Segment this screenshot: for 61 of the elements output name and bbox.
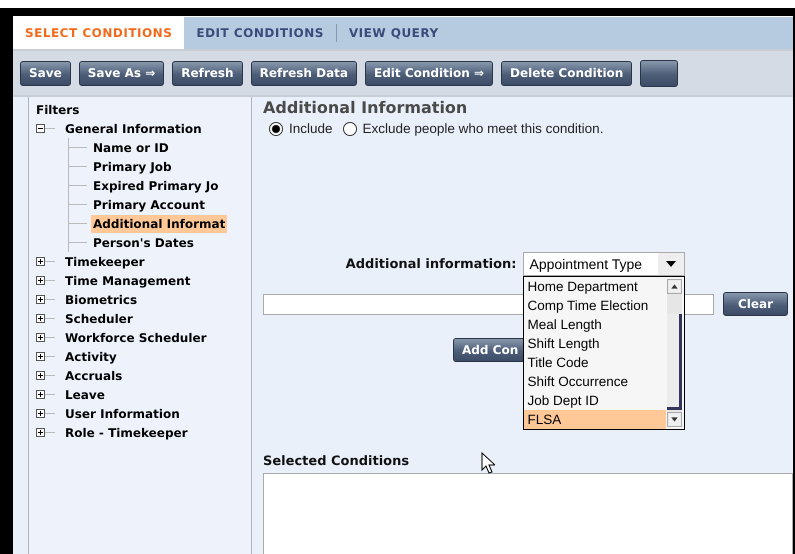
dropdown-option[interactable]: Comp Time Election [524, 296, 666, 315]
tree-item[interactable]: Primary Job [91, 158, 174, 176]
tree-item[interactable]: Scheduler [63, 310, 135, 328]
tree-item[interactable]: Expired Primary Jo [91, 176, 221, 194]
toolbar-button[interactable]: Delete Condition [501, 60, 632, 86]
radio-label: Include [289, 121, 333, 136]
section-heading: Additional Information [263, 98, 468, 117]
tree-toggle-icon[interactable] [36, 257, 45, 266]
field-label: Additional information: [344, 256, 518, 272]
tree-item[interactable]: Timekeeper [63, 252, 147, 270]
tree-item[interactable]: User Information [63, 404, 182, 422]
toolbar-button[interactable]: Edit Condition ⇒ [365, 60, 493, 86]
tree-item[interactable]: Role - Timekeeper [63, 424, 190, 442]
toolbar-button[interactable] [640, 60, 678, 86]
tree-item[interactable]: Primary Account [91, 196, 207, 214]
tree-toggle-icon[interactable] [36, 428, 45, 437]
tab[interactable]: EDIT CONDITIONS [184, 17, 336, 49]
tab[interactable]: VIEW QUERY [336, 17, 451, 49]
dropdown-option[interactable]: Title Code [524, 353, 666, 372]
dropdown-option[interactable]: Home Department [524, 277, 666, 296]
scroll-down-icon[interactable] [667, 412, 682, 427]
radio-button[interactable] [269, 122, 283, 136]
dropdown-option[interactable]: Job Dept ID [524, 391, 666, 410]
tree-item[interactable]: Time Management [63, 272, 192, 290]
radio-label: Exclude people who meet this condition. [362, 121, 604, 136]
caret-icon [666, 261, 676, 267]
toolbar-button[interactable]: Refresh [172, 60, 243, 86]
tree-item[interactable]: Additional Informat [91, 214, 228, 232]
tree-item[interactable]: Person's Dates [91, 234, 196, 252]
tree-toggle-icon[interactable] [36, 124, 45, 133]
tree-title: Filters [36, 102, 80, 119]
tree-toggle-icon[interactable] [36, 390, 45, 399]
tree-item[interactable]: Accruals [63, 366, 124, 384]
tree-toggle-icon[interactable] [36, 409, 45, 418]
tree-item[interactable]: Biometrics [63, 290, 140, 308]
dropdown-option[interactable]: FLSA [524, 410, 666, 429]
tree-toggle-icon[interactable] [36, 333, 45, 342]
mouse-cursor-icon [481, 452, 495, 474]
tree-item[interactable]: General Information [63, 120, 204, 138]
tree-item[interactable]: Workforce Scheduler [63, 328, 209, 346]
tree-item[interactable]: Name or ID [91, 138, 171, 156]
toolbar-button[interactable]: Save [20, 60, 71, 86]
tree-toggle-icon[interactable] [36, 295, 45, 304]
tree-toggle-icon[interactable] [36, 276, 45, 285]
radio-button[interactable] [342, 122, 357, 136]
toolbar-button[interactable]: Save As ⇒ [78, 60, 164, 86]
dropdown-option[interactable]: Shift Occurrence [524, 372, 666, 391]
section-label: Selected Conditions [263, 454, 410, 469]
clear-button[interactable]: Clear [723, 292, 788, 316]
tree-toggle-icon[interactable] [36, 371, 45, 380]
tree-toggle-icon[interactable] [36, 352, 45, 361]
scroll-up-icon[interactable] [667, 279, 682, 294]
add-condition-button[interactable]: Add Con [453, 338, 526, 362]
toolbar-button[interactable]: Refresh Data [250, 60, 358, 86]
dropdown-option[interactable]: Shift Length [524, 334, 666, 353]
tree-item[interactable]: Activity [63, 348, 119, 366]
dropdown[interactable]: Appointment Type [522, 252, 684, 276]
dropdown-option[interactable]: Meal Length [524, 315, 666, 334]
tree-item[interactable]: Leave [63, 386, 107, 404]
scrollbar[interactable] [666, 277, 684, 429]
tree-toggle-icon[interactable] [36, 314, 45, 323]
